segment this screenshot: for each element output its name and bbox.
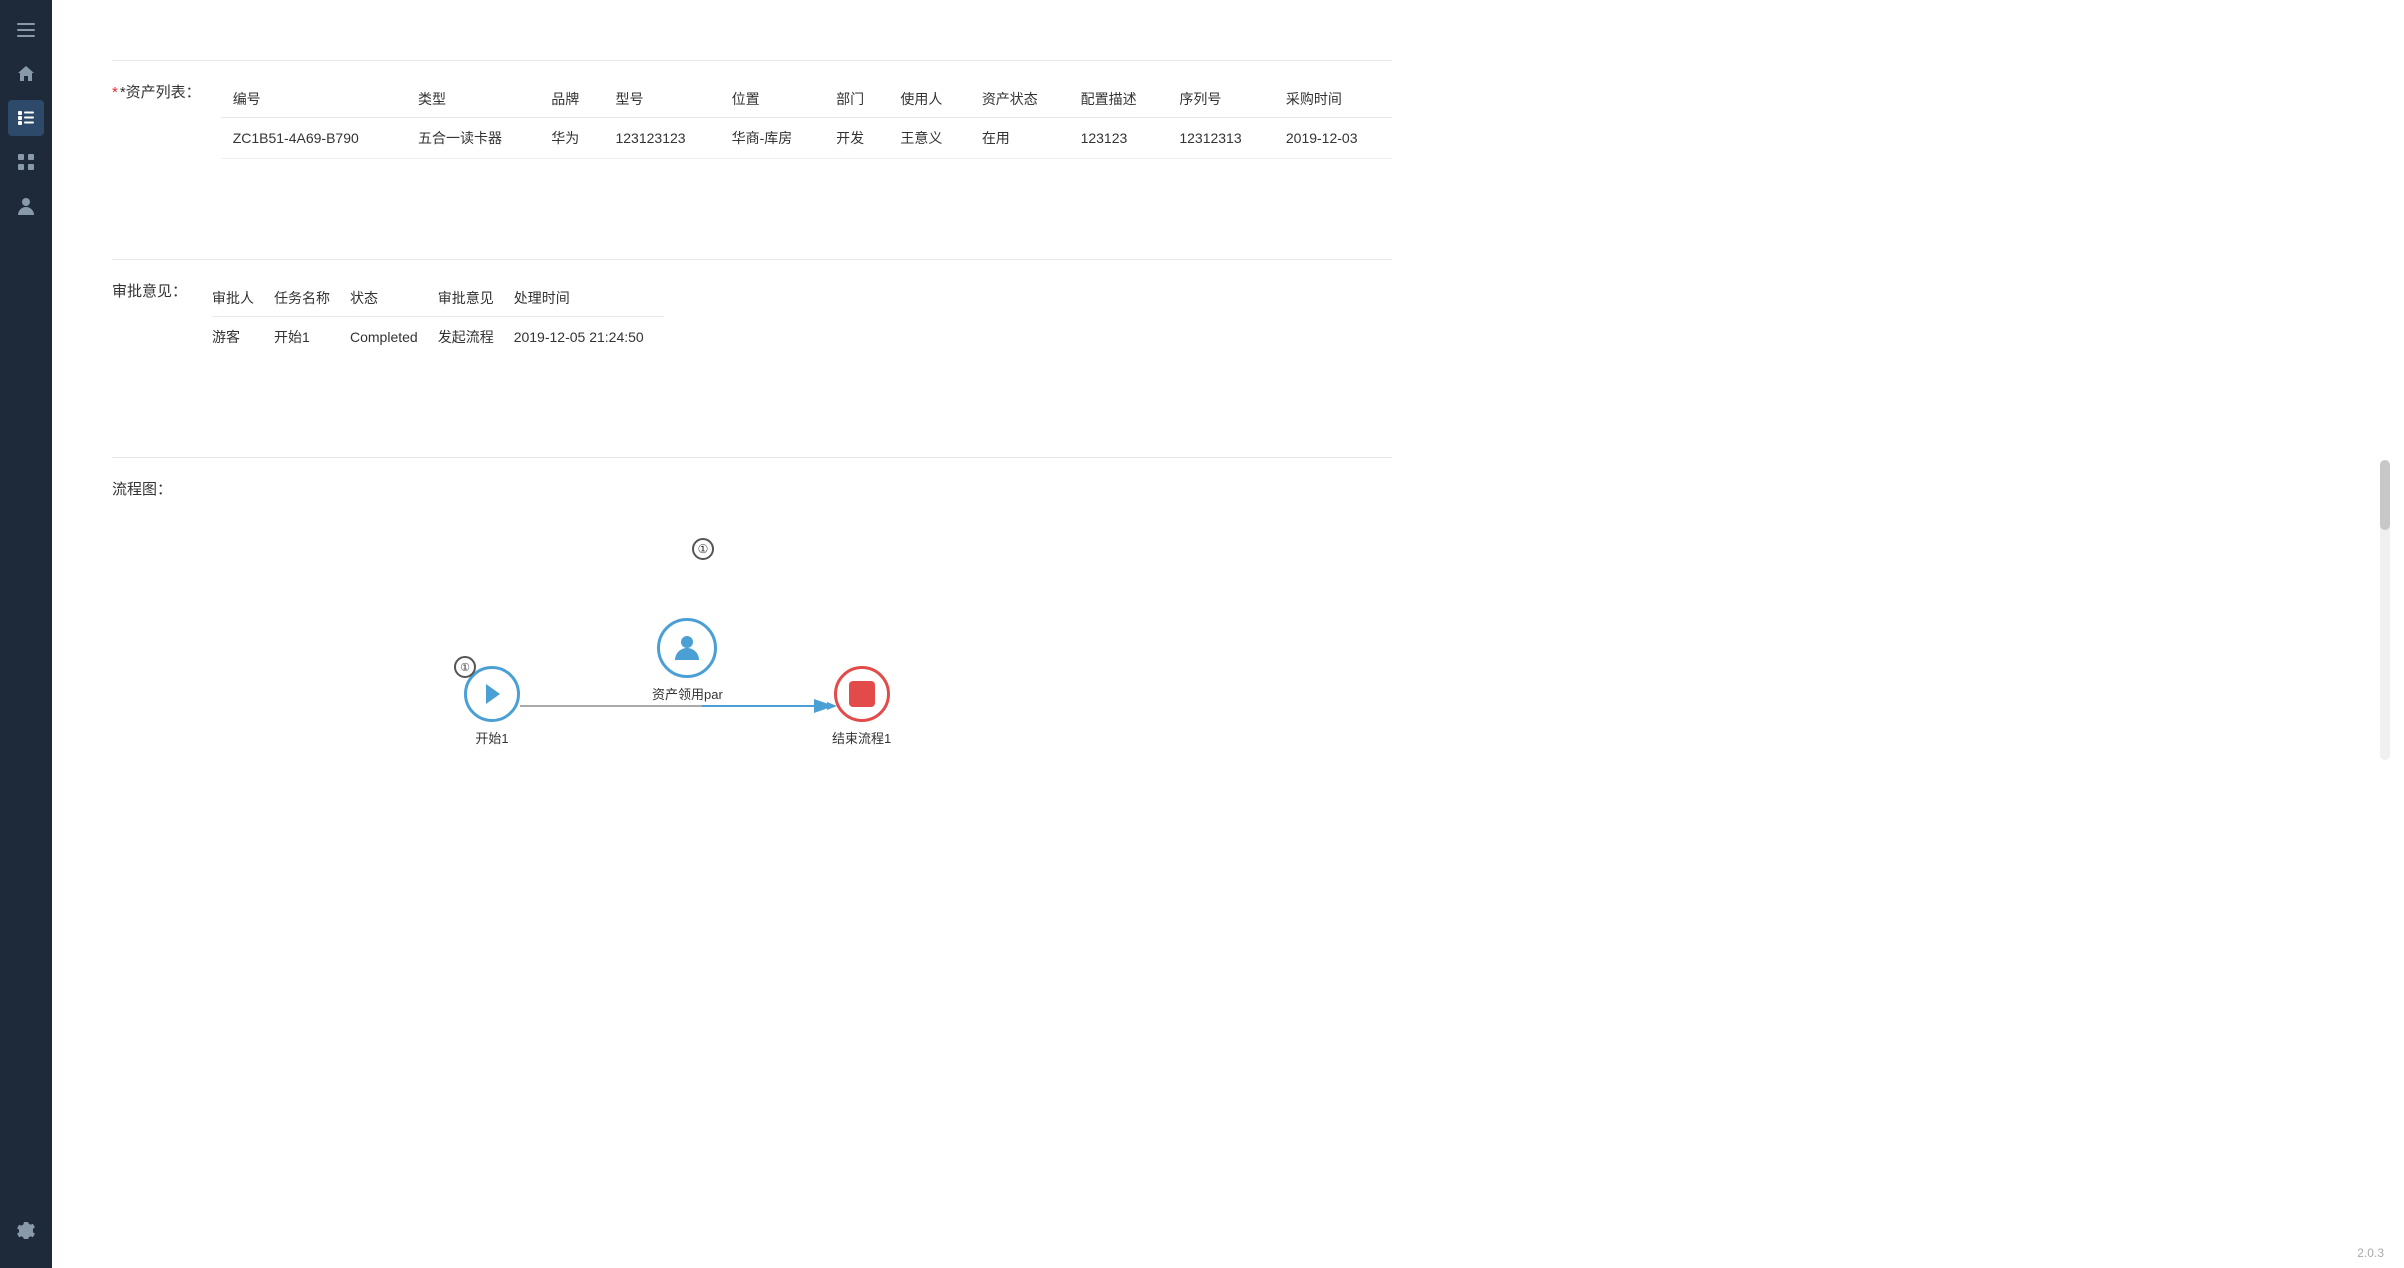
cell-opinion: 发起流程 xyxy=(438,317,514,358)
col-approval-status: 状态 xyxy=(350,280,438,317)
col-config: 配置描述 xyxy=(1069,81,1168,118)
approval-row: 游客 开始1 Completed 发起流程 2019-12-05 21:24:5… xyxy=(212,317,664,358)
home-icon[interactable] xyxy=(8,56,44,92)
scrollbar-thumb[interactable] xyxy=(2380,460,2390,530)
cell-model: 123123123 xyxy=(603,118,719,159)
approval-section: 审批意见： 审批人 任务名称 状态 审批意见 处理时间 xyxy=(112,219,1392,377)
cell-user: 王意义 xyxy=(888,118,969,159)
cell-department: 开发 xyxy=(824,118,888,159)
asset-table-header: 编号 类型 品牌 型号 位置 部门 使用人 资产状态 配置描述 序列号 采购时间 xyxy=(221,81,1392,118)
cell-serial: 12312313 xyxy=(1167,118,1274,159)
cell-type: 五合一读卡器 xyxy=(406,118,539,159)
table-row: ZC1B51-4A69-B790 五合一读卡器 华为 123123123 华商-… xyxy=(221,118,1392,159)
cell-status: 在用 xyxy=(970,118,1069,159)
col-department: 部门 xyxy=(824,81,888,118)
col-opinion: 审批意见 xyxy=(438,280,514,317)
start-node-label: 开始1 xyxy=(475,728,508,747)
col-location: 位置 xyxy=(720,81,825,118)
cell-id: ZC1B51-4A69-B790 xyxy=(221,118,406,159)
person-icon[interactable] xyxy=(8,188,44,224)
col-status: 资产状态 xyxy=(970,81,1069,118)
approval-table-container: 审批人 任务名称 状态 审批意见 处理时间 游客 开始1 Com xyxy=(212,280,664,357)
col-type: 类型 xyxy=(406,81,539,118)
col-id: 编号 xyxy=(221,81,406,118)
sidebar xyxy=(0,0,52,1268)
list-icon[interactable] xyxy=(8,100,44,136)
end-node-circle xyxy=(834,666,890,722)
grid-icon[interactable] xyxy=(8,144,44,180)
cell-handle-time: 2019-12-05 21:24:50 xyxy=(514,317,664,358)
cell-config: 123123 xyxy=(1069,118,1168,159)
asset-list-section: *资产列表： 编号 类型 品牌 型号 位置 部门 使用人 xyxy=(112,20,1392,179)
flow-diagram-label: 流程图： xyxy=(112,478,192,499)
col-serial: 序列号 xyxy=(1167,81,1274,118)
asset-table: 编号 类型 品牌 型号 位置 部门 使用人 资产状态 配置描述 序列号 采购时间 xyxy=(221,81,1392,159)
col-handle-time: 处理时间 xyxy=(514,280,664,317)
approval-table: 审批人 任务名称 状态 审批意见 处理时间 游客 开始1 Com xyxy=(212,280,664,357)
cell-task-name: 开始1 xyxy=(274,317,350,358)
col-purchase: 采购时间 xyxy=(1274,81,1392,118)
process-node-label: 资产领用par xyxy=(652,684,723,703)
cell-location: 华商-库房 xyxy=(720,118,825,159)
col-model: 型号 xyxy=(603,81,719,118)
flow-diagram-section: 流程图： ① xyxy=(112,417,1392,918)
flow-diagram-canvas: ① xyxy=(212,518,1392,898)
process-node-circle xyxy=(657,618,717,678)
start-badge: ① xyxy=(454,656,476,678)
col-brand: 品牌 xyxy=(539,81,603,118)
approval-table-header: 审批人 任务名称 状态 审批意见 处理时间 xyxy=(212,280,664,317)
asset-list-label: *资产列表： xyxy=(112,81,201,102)
start-node: ① 开始1 xyxy=(464,666,520,747)
end-node-stop-icon xyxy=(849,681,875,707)
version-text: 2.0.3 xyxy=(2357,1246,2384,1260)
cell-approval-status: Completed xyxy=(350,317,438,358)
menu-icon[interactable] xyxy=(8,12,44,48)
badge-top: ① xyxy=(692,538,714,560)
col-user: 使用人 xyxy=(888,81,969,118)
scrollbar-track[interactable] xyxy=(2380,460,2390,760)
end-node: 结束流程1 xyxy=(832,666,891,747)
end-node-label: 结束流程1 xyxy=(832,728,891,747)
main-content: *资产列表： 编号 类型 品牌 型号 位置 部门 使用人 xyxy=(52,0,2404,1268)
settings-icon[interactable] xyxy=(8,1212,44,1248)
asset-table-container: 编号 类型 品牌 型号 位置 部门 使用人 资产状态 配置描述 序列号 采购时间 xyxy=(221,81,1392,159)
cell-purchase: 2019-12-03 xyxy=(1274,118,1392,159)
approval-label: 审批意见： xyxy=(112,280,192,301)
col-approver: 审批人 xyxy=(212,280,274,317)
cell-brand: 华为 xyxy=(539,118,603,159)
process-node: 资产领用par xyxy=(652,618,723,703)
col-task: 任务名称 xyxy=(274,280,350,317)
cell-approver: 游客 xyxy=(212,317,274,358)
